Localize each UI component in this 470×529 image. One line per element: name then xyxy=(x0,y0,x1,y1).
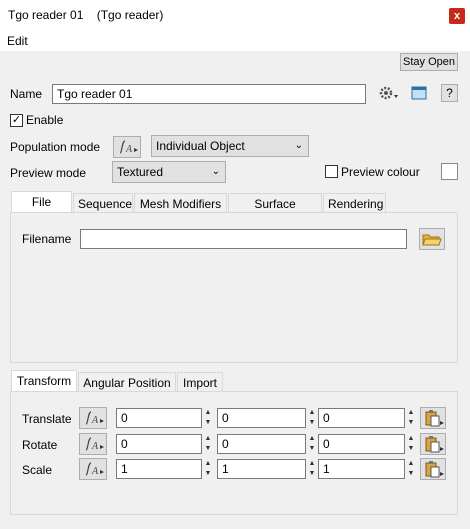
population-mode-label: Population mode xyxy=(10,140,101,154)
paste-icon xyxy=(425,410,444,427)
transform-panel: Translate A 0 ▲ ▼ 0 ▲ ▼ 0 ▲ ▼ Rotate A 0 ▲ ▼… xyxy=(10,391,458,515)
preview-mode-select[interactable]: Textured ⌄ xyxy=(112,161,226,183)
rotate-y-spinner[interactable]: ▲ ▼ xyxy=(307,434,317,454)
function-a-icon: A xyxy=(119,140,138,155)
filename-field[interactable] xyxy=(80,229,407,249)
enable-checkbox[interactable]: ✓ xyxy=(10,114,23,127)
rotate-y-field[interactable]: 0 xyxy=(217,434,306,454)
preview-colour-label: Preview colour xyxy=(341,165,420,179)
translate-y-field[interactable]: 0 xyxy=(217,408,306,428)
tab-surface-shaders[interactable]: Surface Shaders xyxy=(228,193,322,231)
scale-y-field[interactable]: 1 xyxy=(217,459,306,479)
gear-icon[interactable] xyxy=(378,84,400,102)
preview-window-icon[interactable] xyxy=(410,84,428,102)
window-title: Tgo reader 01 (Tgo reader) xyxy=(8,8,164,22)
translate-y-spinner[interactable]: ▲ ▼ xyxy=(307,408,317,428)
tab-import[interactable]: Import xyxy=(177,372,223,392)
menu-bar: Edit xyxy=(0,31,470,51)
tab-file-read[interactable]: File Read xyxy=(11,191,72,229)
paste-icon xyxy=(425,461,444,478)
svg-text:A: A xyxy=(91,466,99,477)
filename-label: Filename xyxy=(22,232,72,246)
close-button[interactable]: x xyxy=(449,8,465,24)
population-mode-value: Individual Object xyxy=(156,139,245,153)
translate-z-spinner[interactable]: ▲ ▼ xyxy=(406,408,416,428)
tab-transform[interactable]: Transform xyxy=(11,370,77,392)
preview-mode-value: Textured xyxy=(117,165,164,179)
chevron-down-icon: ⌄ xyxy=(211,166,220,177)
rotate-x-spinner[interactable]: ▲ ▼ xyxy=(203,434,213,454)
stay-open-button[interactable]: Stay Open xyxy=(400,53,458,71)
menu-edit[interactable]: Edit xyxy=(7,34,28,48)
translate-x-spinner[interactable]: ▲ ▼ xyxy=(203,408,213,428)
rotate-x-field[interactable]: 0 xyxy=(116,434,202,454)
scale-function-button[interactable]: A xyxy=(79,458,107,480)
title-bar: Tgo reader 01 (Tgo reader) x xyxy=(0,0,470,31)
folder-open-icon xyxy=(422,234,442,246)
scale-x-field[interactable]: 1 xyxy=(116,459,202,479)
svg-text:A: A xyxy=(91,441,99,452)
rotate-paste-button[interactable] xyxy=(420,433,446,455)
name-label: Name xyxy=(10,87,43,101)
chevron-down-icon: ⌄ xyxy=(294,140,303,151)
scale-x-spinner[interactable]: ▲ ▼ xyxy=(203,459,213,479)
translate-x-field[interactable]: 0 xyxy=(116,408,202,428)
help-button[interactable]: ? xyxy=(441,84,458,102)
file-read-panel: Filename xyxy=(10,212,458,363)
population-mode-select[interactable]: Individual Object ⌄ xyxy=(151,135,309,157)
paste-icon xyxy=(425,436,444,453)
tab-angular-position[interactable]: Angular Position xyxy=(78,372,176,392)
scale-z-spinner[interactable]: ▲ ▼ xyxy=(406,459,416,479)
svg-text:A: A xyxy=(91,415,99,426)
function-a-icon: A xyxy=(85,462,104,477)
scale-z-field[interactable]: 1 xyxy=(318,459,405,479)
scale-y-spinner[interactable]: ▲ ▼ xyxy=(307,459,317,479)
rotate-label: Rotate xyxy=(22,438,58,452)
browse-button[interactable] xyxy=(419,228,445,250)
function-a-icon: A xyxy=(85,437,104,452)
tab-mesh-modifiers[interactable]: Mesh Modifiers xyxy=(134,193,227,213)
name-field[interactable]: Tgo reader 01 xyxy=(52,84,366,104)
preview-colour-checkbox[interactable] xyxy=(325,165,338,178)
tab-rendering[interactable]: Rendering xyxy=(323,193,386,213)
translate-paste-button[interactable] xyxy=(420,407,446,429)
enable-label: Enable xyxy=(26,113,64,127)
scale-paste-button[interactable] xyxy=(420,458,446,480)
translate-label: Translate xyxy=(22,412,72,426)
svg-text:A: A xyxy=(125,144,133,155)
translate-z-field[interactable]: 0 xyxy=(318,408,405,428)
preview-mode-label: Preview mode xyxy=(10,166,87,180)
preview-colour-swatch[interactable] xyxy=(441,163,458,180)
scale-label: Scale xyxy=(22,463,53,477)
population-function-button[interactable]: A xyxy=(113,136,141,158)
rotate-z-spinner[interactable]: ▲ ▼ xyxy=(406,434,416,454)
function-a-icon: A xyxy=(85,411,104,426)
tab-sequence[interactable]: Sequence xyxy=(73,193,133,213)
translate-function-button[interactable]: A xyxy=(79,407,107,429)
rotate-function-button[interactable]: A xyxy=(79,433,107,455)
rotate-z-field[interactable]: 0 xyxy=(318,434,405,454)
